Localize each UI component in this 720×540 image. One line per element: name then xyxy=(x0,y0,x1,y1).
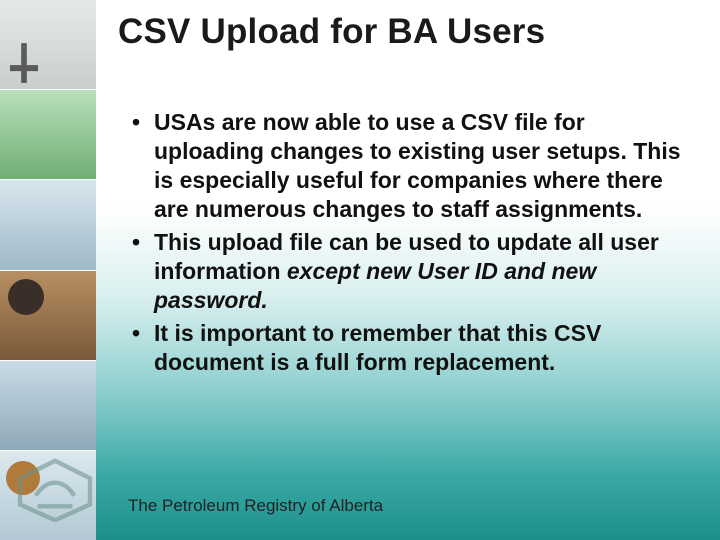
slide-title: CSV Upload for BA Users xyxy=(118,12,698,52)
sidebar-thumb xyxy=(0,451,96,540)
sidebar-thumb xyxy=(0,180,96,270)
slide: CSV Upload for BA Users USAs are now abl… xyxy=(0,0,720,540)
slide-body: USAs are now able to use a CSV file for … xyxy=(128,108,688,381)
sidebar-thumb xyxy=(0,361,96,451)
bullet-item: This upload file can be used to update a… xyxy=(128,228,688,315)
sidebar-thumb xyxy=(0,0,96,90)
sidebar-thumb xyxy=(0,271,96,361)
sidebar-thumb xyxy=(0,90,96,180)
bullet-item: It is important to remember that this CS… xyxy=(128,319,688,377)
sidebar-image-strip xyxy=(0,0,96,540)
bullet-text: USAs are now able to use a CSV file for … xyxy=(154,109,681,222)
bullet-item: USAs are now able to use a CSV file for … xyxy=(128,108,688,224)
slide-footer: The Petroleum Registry of Alberta xyxy=(128,496,383,516)
bullet-text: It is important to remember that this CS… xyxy=(154,320,601,375)
